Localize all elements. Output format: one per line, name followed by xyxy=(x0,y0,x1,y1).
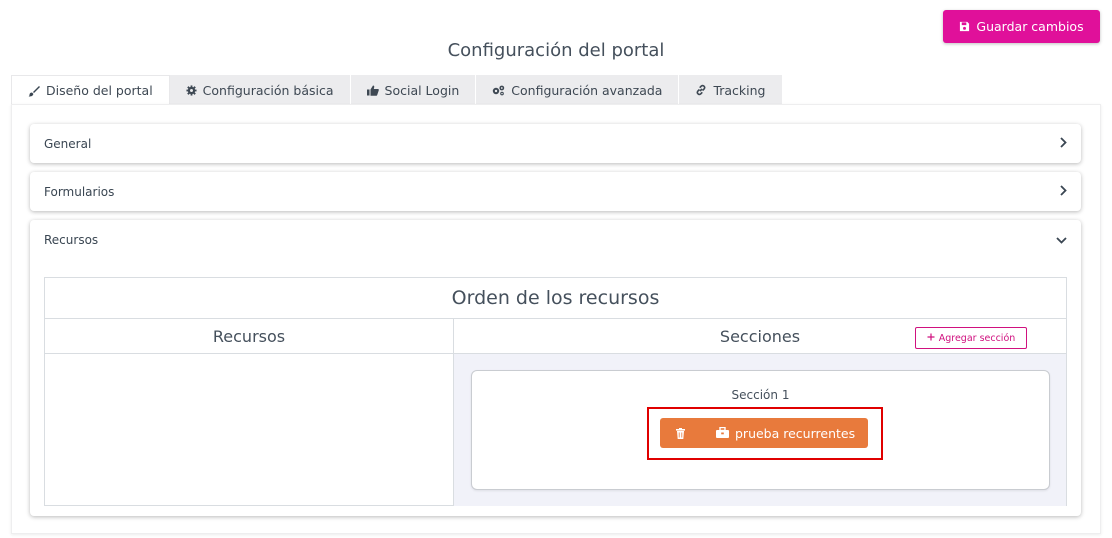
link-icon xyxy=(695,84,707,96)
chevron-right-icon xyxy=(1059,184,1067,199)
tab-label: Diseño del portal xyxy=(46,83,153,98)
tab-social-login[interactable]: Social Login xyxy=(350,75,477,105)
add-section-label: Agregar sección xyxy=(938,332,1016,344)
brush-icon xyxy=(28,85,40,97)
accordion-label: Recursos xyxy=(44,232,99,247)
tab-label: Tracking xyxy=(713,82,766,98)
plus-icon xyxy=(927,333,935,344)
sections-column-header: Secciones Agregar sección xyxy=(454,319,1066,354)
add-section-button[interactable]: Agregar sección xyxy=(915,327,1027,349)
accordion-label: General xyxy=(44,136,92,151)
chevron-down-icon xyxy=(1056,233,1067,247)
tab-portal-design[interactable]: Diseño del portal xyxy=(11,75,170,105)
accordion-resources: Recursos Orden de los recursos Recursos … xyxy=(30,220,1081,516)
gear-icon xyxy=(186,84,197,96)
tab-label: Social Login xyxy=(384,82,460,98)
accordion-resources-header[interactable]: Recursos xyxy=(30,220,1081,259)
tab-label: Configuración avanzada xyxy=(511,82,663,98)
gears-icon xyxy=(492,85,505,96)
thumbs-up-icon xyxy=(366,85,379,96)
tab-advanced-config[interactable]: Configuración avanzada xyxy=(476,75,680,105)
tab-tracking[interactable]: Tracking xyxy=(679,75,783,105)
section-title: Sección 1 xyxy=(731,388,790,402)
sections-column: Secciones Agregar sección Sección 1 prue… xyxy=(454,319,1066,506)
sections-dropzone: Sección 1 prueba recurrentes xyxy=(454,354,1066,506)
accordion-general: General xyxy=(30,124,1081,163)
tab-label: Configuración básica xyxy=(202,82,334,98)
sections-header-label: Secciones xyxy=(719,326,801,346)
resources-column-header: Recursos xyxy=(45,319,453,354)
accordion-forms: Formularios xyxy=(30,172,1081,211)
resource-order-table: Orden de los recursos Recursos Secciones… xyxy=(44,277,1067,506)
page-title: Configuración del portal xyxy=(447,40,665,61)
tab-bar: Diseño del portal Configuración básica S… xyxy=(11,75,783,105)
trash-icon[interactable] xyxy=(660,427,700,439)
tab-basic-config[interactable]: Configuración básica xyxy=(169,75,351,105)
resource-item-label: prueba recurrentes xyxy=(735,425,856,441)
accordion-label: Formularios xyxy=(44,184,115,199)
resource-order-title: Orden de los recursos xyxy=(45,278,1066,319)
section-card[interactable]: Sección 1 prueba recurrentes xyxy=(471,370,1050,490)
save-icon xyxy=(959,21,970,32)
resources-column: Recursos xyxy=(45,319,454,506)
chevron-right-icon xyxy=(1059,136,1067,151)
resource-item[interactable]: prueba recurrentes xyxy=(660,418,868,448)
accordion-forms-header[interactable]: Formularios xyxy=(30,172,1081,211)
save-changes-label: Guardar cambios xyxy=(976,19,1084,34)
briefcase-icon xyxy=(716,426,729,441)
save-changes-button[interactable]: Guardar cambios xyxy=(943,10,1100,43)
accordion-general-header[interactable]: General xyxy=(30,124,1081,163)
